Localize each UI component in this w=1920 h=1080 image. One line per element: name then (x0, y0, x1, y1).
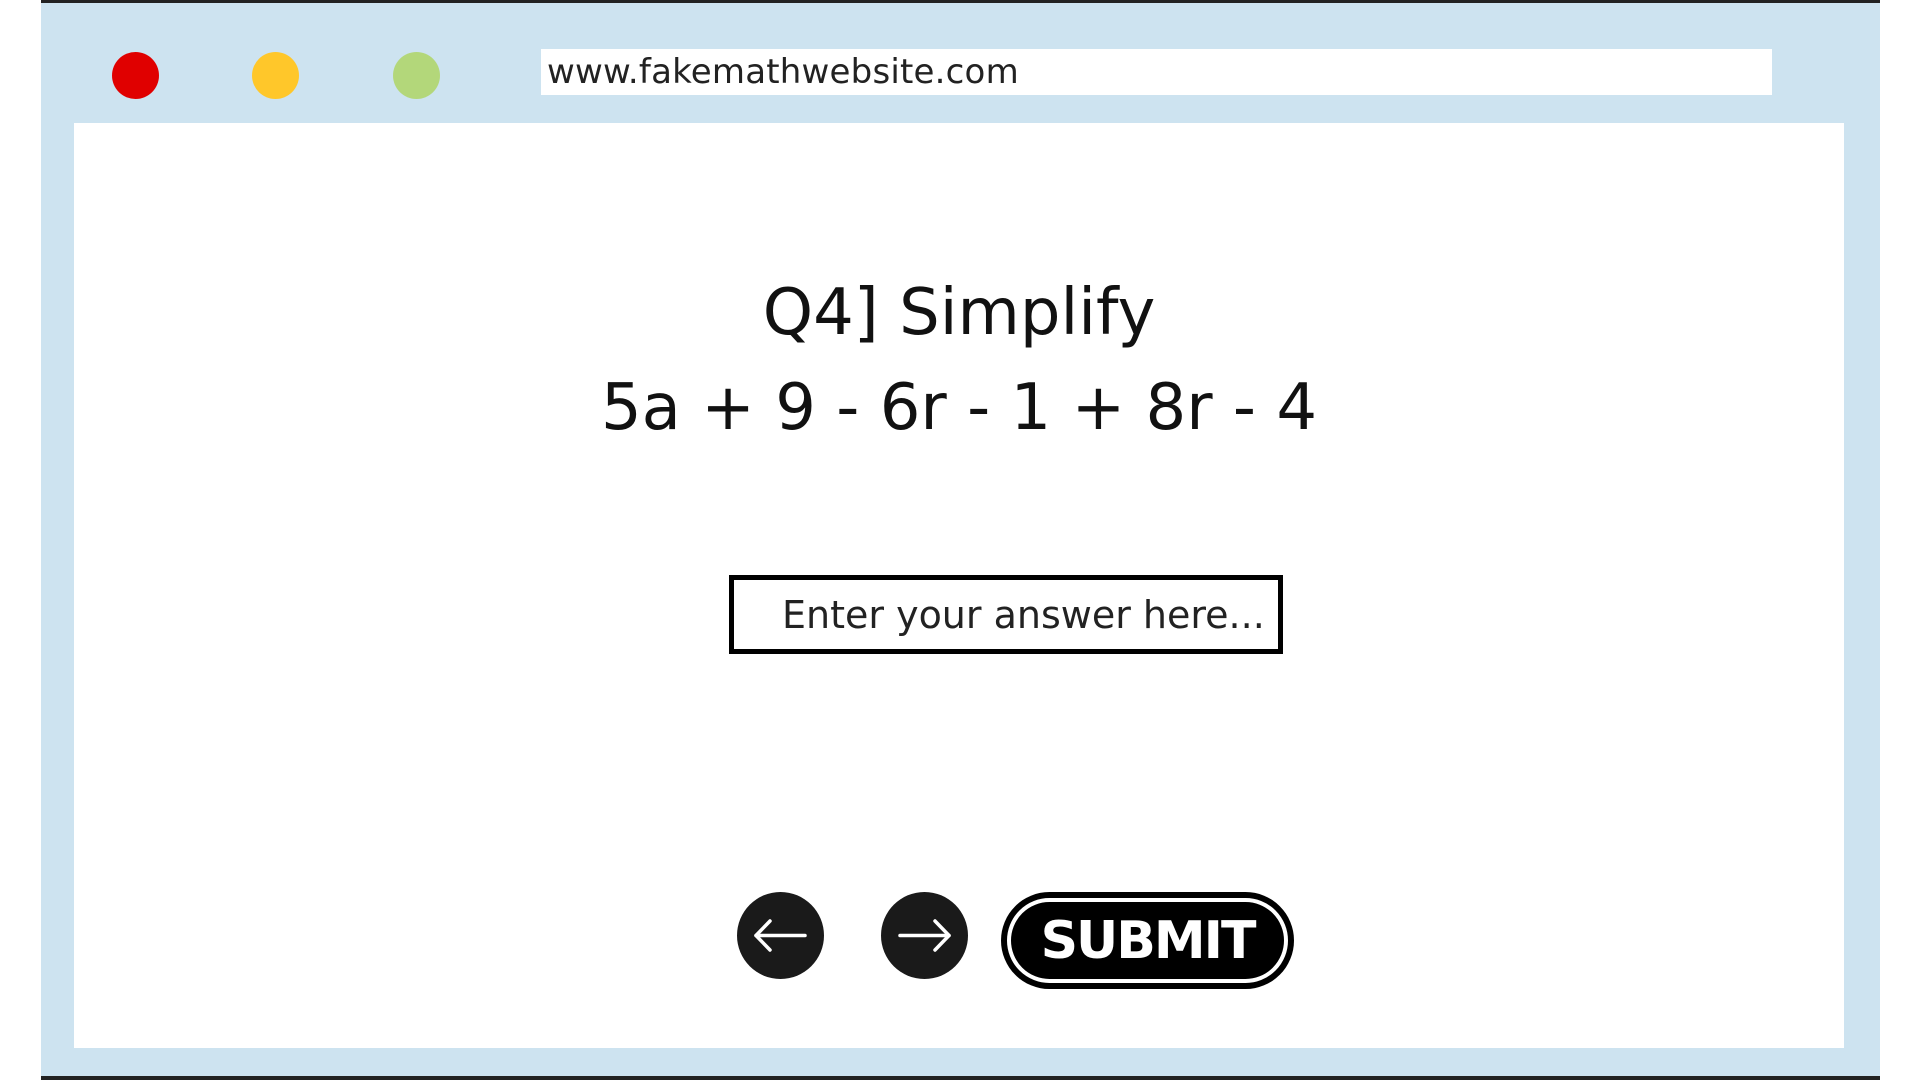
submit-button-label: SUBMIT (1007, 898, 1288, 983)
close-window-dot[interactable] (112, 52, 159, 99)
next-question-button[interactable] (881, 892, 968, 979)
page-content: Q4] Simplify 5a + 9 - 6r - 1 + 8r - 4 SU… (74, 123, 1844, 1048)
stage: www.fakemathwebsite.com Q4] Simplify 5a … (0, 0, 1920, 1080)
address-bar[interactable]: www.fakemathwebsite.com (541, 49, 1772, 95)
answer-input[interactable] (729, 575, 1283, 654)
submit-button[interactable]: SUBMIT (1001, 892, 1294, 989)
arrow-right-icon (898, 919, 951, 952)
minimize-window-dot[interactable] (252, 52, 299, 99)
address-bar-url: www.fakemathwebsite.com (547, 52, 1019, 92)
arrow-left-icon (754, 919, 807, 952)
maximize-window-dot[interactable] (393, 52, 440, 99)
question-title: Q4] Simplify (762, 276, 1156, 350)
question-expression: 5a + 9 - 6r - 1 + 8r - 4 (600, 371, 1318, 445)
browser-window: www.fakemathwebsite.com Q4] Simplify 5a … (41, 0, 1880, 1080)
previous-question-button[interactable] (737, 892, 824, 979)
